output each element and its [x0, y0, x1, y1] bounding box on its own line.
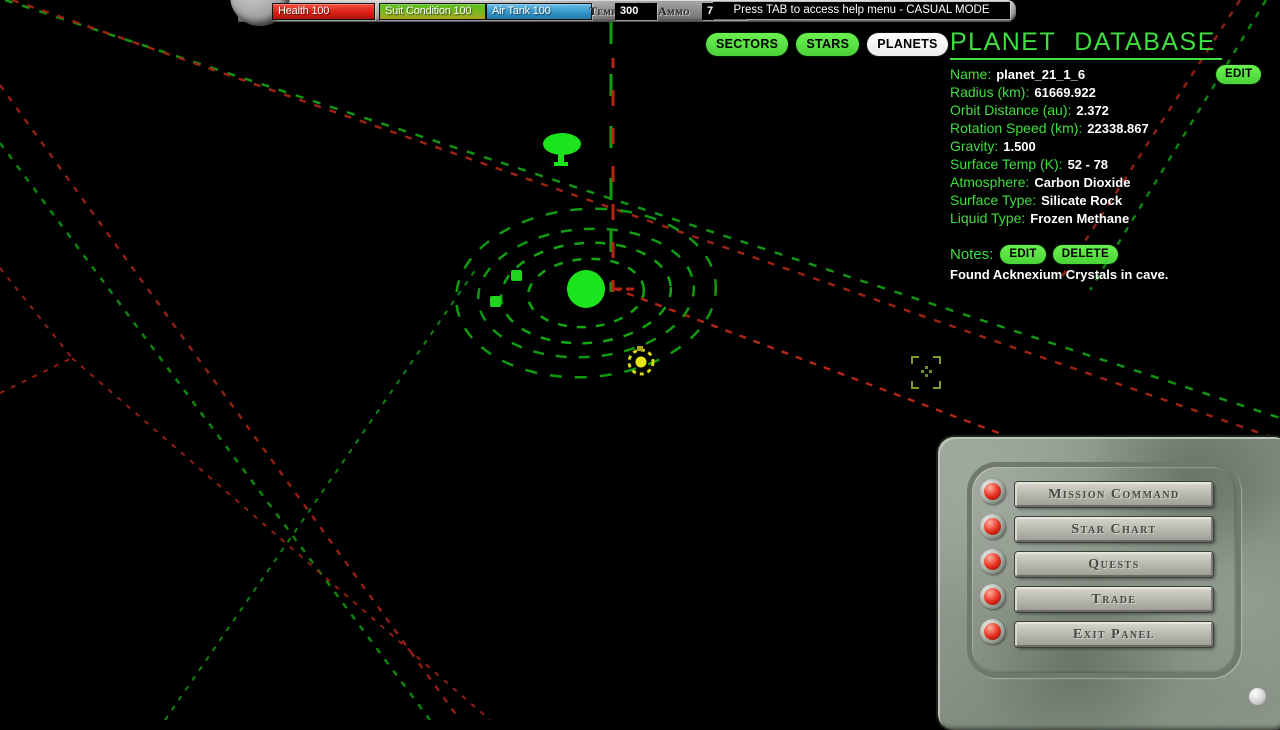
notes-row: Notes: EDIT DELETE — [950, 244, 1280, 265]
menu-panel: Mission Command Star Chart Quests Trade … — [938, 437, 1280, 730]
red-led-icon — [984, 623, 1001, 640]
field-liquid-type: Liquid Type:Frozen Methane — [950, 209, 1280, 227]
database-fields: Name:planet_21_1_6 Radius (km):61669.922… — [950, 65, 1280, 227]
quests-button[interactable]: Quests — [1015, 552, 1213, 577]
planet-database-panel: PLANET DATABASE EDIT Name:planet_21_1_6 … — [950, 28, 1280, 282]
field-rotation-speed: Rotation Speed (km):22338.867 — [950, 119, 1280, 137]
tab-sectors[interactable]: SECTORS — [706, 33, 788, 56]
status-bar: Health 100 Suit Condition 100 Air Tank 1… — [238, 0, 1016, 22]
tree-icon[interactable] — [543, 133, 581, 166]
red-led-icon — [984, 588, 1001, 605]
planet-marker[interactable] — [490, 296, 501, 307]
led-button[interactable] — [980, 514, 1005, 539]
red-led-icon — [984, 553, 1001, 570]
notes-label: Notes: — [950, 246, 993, 263]
ammo-label: Ammo — [658, 4, 690, 19]
note-text: Found Acknexium Crystals in cave. — [950, 267, 1280, 282]
temp-value: 300 — [615, 3, 657, 20]
field-orbit-distance: Orbit Distance (au):2.372 — [950, 101, 1280, 119]
led-button[interactable] — [980, 619, 1005, 644]
led-button[interactable] — [980, 584, 1005, 609]
field-radius: Radius (km):61669.922 — [950, 83, 1280, 101]
help-hint: Press TAB to access help menu - CASUAL M… — [713, 2, 1010, 19]
led-button[interactable] — [980, 479, 1005, 504]
map-tabs: SECTORS STARS PLANETS — [706, 33, 948, 56]
panel-title: PLANET DATABASE — [950, 28, 1222, 60]
edit-name-button[interactable]: EDIT — [1216, 65, 1261, 84]
red-led-icon — [984, 483, 1001, 500]
notes-edit-button[interactable]: EDIT — [1000, 245, 1045, 264]
suit-condition-bar: Suit Condition 100 — [379, 3, 486, 20]
notes-delete-button[interactable]: DELETE — [1053, 245, 1118, 264]
crosshair-icon — [912, 357, 940, 388]
field-atmosphere: Atmosphere:Carbon Dioxide — [950, 173, 1280, 191]
field-gravity: Gravity:1.500 — [950, 137, 1280, 155]
field-surface-type: Surface Type:Silicate Rock — [950, 191, 1280, 209]
temp-label: Temp — [589, 4, 617, 19]
air-tank-bar: Air Tank 100 — [486, 3, 592, 20]
exit-panel-button[interactable]: Exit Panel — [1015, 622, 1213, 647]
trade-button[interactable]: Trade — [1015, 587, 1213, 612]
mission-command-button[interactable]: Mission Command — [1015, 482, 1213, 507]
tab-stars[interactable]: STARS — [796, 33, 859, 56]
corner-ball-icon — [1249, 688, 1266, 705]
star-chart-button[interactable]: Star Chart — [1015, 517, 1213, 542]
planet-marker[interactable] — [511, 270, 522, 281]
health-bar: Health 100 — [272, 3, 375, 20]
led-button[interactable] — [980, 549, 1005, 574]
red-led-icon — [984, 518, 1001, 535]
star-sun[interactable] — [567, 270, 605, 308]
field-surface-temp: Surface Temp (K):52 - 78 — [950, 155, 1280, 173]
tab-planets[interactable]: PLANETS — [867, 33, 947, 56]
